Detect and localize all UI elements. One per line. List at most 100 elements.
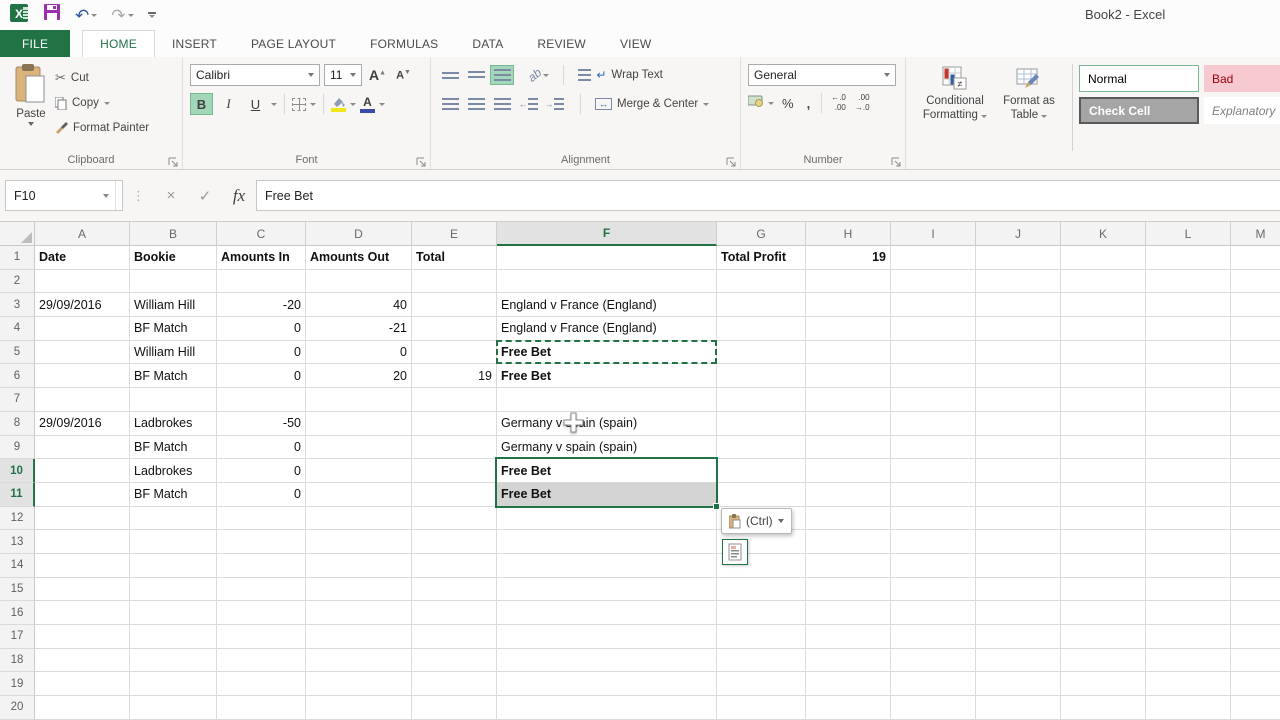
cell-G18[interactable] bbox=[717, 649, 806, 673]
cell-G19[interactable] bbox=[717, 672, 806, 696]
cell-G9[interactable] bbox=[717, 436, 806, 460]
cell-C7[interactable] bbox=[217, 388, 306, 412]
cell-D19[interactable] bbox=[306, 672, 412, 696]
cell-A20[interactable] bbox=[35, 696, 130, 720]
cell-I7[interactable] bbox=[891, 388, 976, 412]
cell-B11[interactable]: BF Match bbox=[130, 483, 217, 507]
cell-M20[interactable] bbox=[1231, 696, 1280, 720]
cell-L11[interactable] bbox=[1146, 483, 1231, 507]
font-dialog-launcher[interactable] bbox=[416, 155, 427, 166]
cell-I19[interactable] bbox=[891, 672, 976, 696]
cell-H14[interactable] bbox=[806, 554, 891, 578]
cell-D2[interactable] bbox=[306, 270, 412, 294]
cell-K1[interactable] bbox=[1061, 246, 1146, 270]
cell-B15[interactable] bbox=[130, 578, 217, 602]
tab-review[interactable]: REVIEW bbox=[520, 30, 603, 57]
cell-I15[interactable] bbox=[891, 578, 976, 602]
cell-H7[interactable] bbox=[806, 388, 891, 412]
cell-I3[interactable] bbox=[891, 293, 976, 317]
bottom-align-button[interactable] bbox=[490, 65, 514, 85]
cell-E12[interactable] bbox=[412, 507, 497, 531]
cell-C3[interactable]: -20 bbox=[217, 293, 306, 317]
cell-C19[interactable] bbox=[217, 672, 306, 696]
cell-F6[interactable]: Free Bet bbox=[497, 364, 717, 388]
cell-C6[interactable]: 0 bbox=[217, 364, 306, 388]
cell-B1[interactable]: Bookie bbox=[130, 246, 217, 270]
cell-L13[interactable] bbox=[1146, 530, 1231, 554]
cell-D15[interactable] bbox=[306, 578, 412, 602]
merge-center-button[interactable]: ↔Merge & Center bbox=[595, 93, 709, 115]
cell-G6[interactable] bbox=[717, 364, 806, 388]
cell-J7[interactable] bbox=[976, 388, 1061, 412]
cell-F20[interactable] bbox=[497, 696, 717, 720]
cell-K3[interactable] bbox=[1061, 293, 1146, 317]
font-color-button[interactable]: A bbox=[360, 96, 375, 113]
cell-F2[interactable] bbox=[497, 270, 717, 294]
cell-D14[interactable] bbox=[306, 554, 412, 578]
cell-J10[interactable] bbox=[976, 459, 1061, 483]
paste-button[interactable]: Paste bbox=[7, 64, 55, 151]
cell-M13[interactable] bbox=[1231, 530, 1280, 554]
cell-H12[interactable] bbox=[806, 507, 891, 531]
cell-C11[interactable]: 0 bbox=[217, 483, 306, 507]
cell-C5[interactable]: 0 bbox=[217, 341, 306, 365]
cell-A8[interactable]: 29/09/2016 bbox=[35, 412, 130, 436]
cell-H1[interactable]: 19 bbox=[806, 246, 891, 270]
cell-L16[interactable] bbox=[1146, 601, 1231, 625]
cell-J9[interactable] bbox=[976, 436, 1061, 460]
column-header-J[interactable]: J bbox=[976, 222, 1061, 246]
column-header-K[interactable]: K bbox=[1061, 222, 1146, 246]
cell-M14[interactable] bbox=[1231, 554, 1280, 578]
cell-C8[interactable]: -50 bbox=[217, 412, 306, 436]
copy-button[interactable]: Copy bbox=[55, 93, 149, 113]
cell-A14[interactable] bbox=[35, 554, 130, 578]
cell-L3[interactable] bbox=[1146, 293, 1231, 317]
cell-A12[interactable] bbox=[35, 507, 130, 531]
number-dialog-launcher[interactable] bbox=[891, 155, 902, 166]
decrease-indent-button[interactable]: ← bbox=[516, 94, 540, 114]
undo-button[interactable]: ↶ bbox=[75, 7, 97, 24]
cell-E9[interactable] bbox=[412, 436, 497, 460]
tab-insert[interactable]: INSERT bbox=[155, 30, 234, 57]
cell-K11[interactable] bbox=[1061, 483, 1146, 507]
cell-H3[interactable] bbox=[806, 293, 891, 317]
cell-M11[interactable] bbox=[1231, 483, 1280, 507]
row-header-15[interactable]: 15 bbox=[0, 578, 35, 602]
cell-K10[interactable] bbox=[1061, 459, 1146, 483]
column-header-D[interactable]: D bbox=[306, 222, 412, 246]
cell-I11[interactable] bbox=[891, 483, 976, 507]
cell-C18[interactable] bbox=[217, 649, 306, 673]
cell-K18[interactable] bbox=[1061, 649, 1146, 673]
cell-E4[interactable] bbox=[412, 317, 497, 341]
cell-H4[interactable] bbox=[806, 317, 891, 341]
font-family-select[interactable]: Calibri bbox=[190, 64, 320, 86]
cell-K14[interactable] bbox=[1061, 554, 1146, 578]
bold-button[interactable]: B bbox=[190, 93, 213, 115]
cell-K6[interactable] bbox=[1061, 364, 1146, 388]
cell-style-bad[interactable]: Bad bbox=[1204, 65, 1280, 92]
cell-J12[interactable] bbox=[976, 507, 1061, 531]
cell-A10[interactable] bbox=[35, 459, 130, 483]
cell-A5[interactable] bbox=[35, 341, 130, 365]
cell-B12[interactable] bbox=[130, 507, 217, 531]
row-header-12[interactable]: 12 bbox=[0, 507, 35, 531]
cell-B14[interactable] bbox=[130, 554, 217, 578]
cell-A2[interactable] bbox=[35, 270, 130, 294]
row-header-18[interactable]: 18 bbox=[0, 649, 35, 673]
cell-L6[interactable] bbox=[1146, 364, 1231, 388]
cell-K15[interactable] bbox=[1061, 578, 1146, 602]
cell-K9[interactable] bbox=[1061, 436, 1146, 460]
cell-I1[interactable] bbox=[891, 246, 976, 270]
cell-E3[interactable] bbox=[412, 293, 497, 317]
tab-home[interactable]: HOME bbox=[82, 30, 155, 57]
cell-F4[interactable]: England v France (England) bbox=[497, 317, 717, 341]
font-color-dropdown-icon[interactable] bbox=[379, 103, 385, 106]
cell-D12[interactable] bbox=[306, 507, 412, 531]
column-header-E[interactable]: E bbox=[412, 222, 497, 246]
column-header-G[interactable]: G bbox=[717, 222, 806, 246]
cell-A7[interactable] bbox=[35, 388, 130, 412]
cell-M5[interactable] bbox=[1231, 341, 1280, 365]
cell-C14[interactable] bbox=[217, 554, 306, 578]
cell-E8[interactable] bbox=[412, 412, 497, 436]
orientation-button[interactable]: ab bbox=[525, 65, 544, 84]
